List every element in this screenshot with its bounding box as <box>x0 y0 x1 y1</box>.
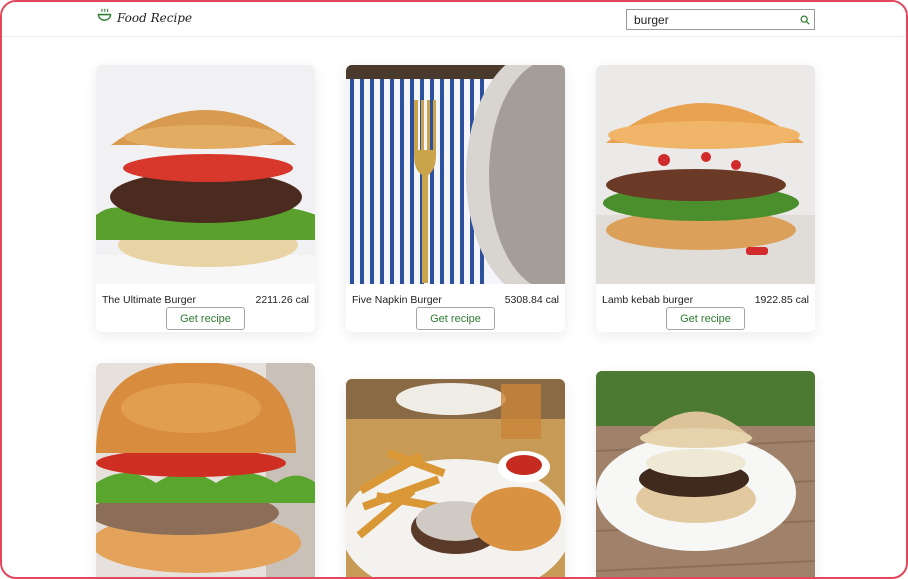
search-icon[interactable] <box>796 15 814 25</box>
get-recipe-button[interactable]: Get recipe <box>166 307 245 330</box>
app-window: Food Recipe The Ultimate Burger <box>0 0 908 579</box>
recipe-card: The Ultimate Burger 2211.26 cal Get reci… <box>96 65 315 332</box>
recipe-card: Five Napkin Burger 5308.84 cal Get recip… <box>346 65 565 332</box>
search-input[interactable] <box>627 10 796 29</box>
recipe-image <box>346 379 565 577</box>
get-recipe-button[interactable]: Get recipe <box>416 307 495 330</box>
recipe-card <box>596 371 815 577</box>
recipe-name: Five Napkin Burger <box>352 294 442 306</box>
recipe-card: Lamb kebab burger 1922.85 cal Get recipe <box>596 65 815 332</box>
recipe-meta: The Ultimate Burger 2211.26 cal <box>96 294 315 306</box>
recipe-name: Lamb kebab burger <box>602 294 694 306</box>
bowl-icon <box>97 8 112 27</box>
search-box <box>626 9 815 30</box>
recipe-calories: 2211.26 cal <box>255 294 309 306</box>
recipe-image <box>96 65 315 284</box>
recipe-image <box>596 371 815 577</box>
recipe-calories: 5308.84 cal <box>504 294 559 306</box>
get-recipe-button[interactable]: Get recipe <box>666 307 745 330</box>
recipe-meta: Lamb kebab burger 1922.85 cal <box>596 294 815 306</box>
recipe-meta: Five Napkin Burger 5308.84 cal <box>346 294 565 306</box>
recipe-card <box>96 363 315 577</box>
navbar: Food Recipe <box>2 2 906 37</box>
recipe-calories: 1922.85 cal <box>754 294 809 306</box>
logo-text: Food Recipe <box>117 10 193 25</box>
recipe-image <box>596 65 815 284</box>
recipe-image <box>96 363 315 577</box>
recipe-card <box>346 379 565 577</box>
logo[interactable]: Food Recipe <box>97 8 192 27</box>
recipe-name: The Ultimate Burger <box>102 294 196 306</box>
recipe-image <box>346 65 565 284</box>
